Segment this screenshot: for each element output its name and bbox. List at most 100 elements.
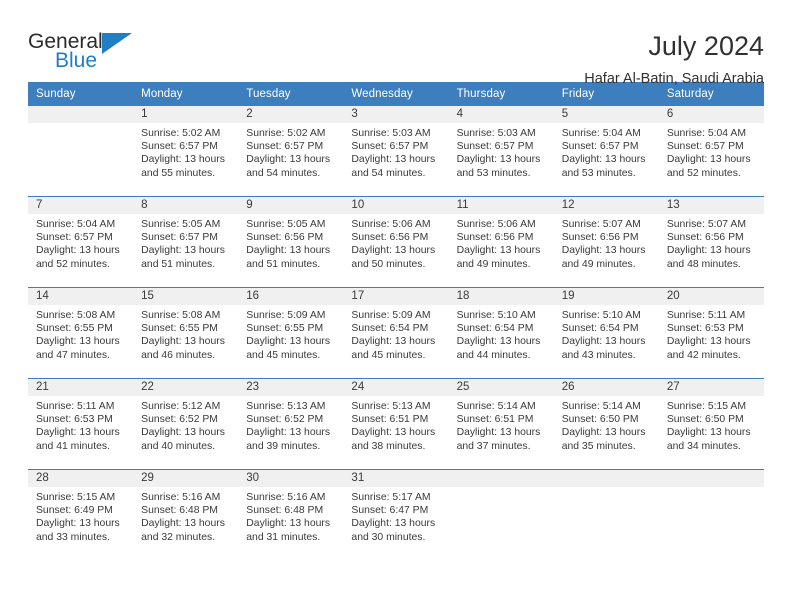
- day-details: Sunrise: 5:14 AM Sunset: 6:50 PM Daylight:…: [554, 396, 659, 453]
- calendar-day-cell[interactable]: 12 Sunrise: 5:07 AM Sunset: 6:56 PM Dayligh…: [553, 196, 659, 288]
- calendar-day-cell[interactable]: 22 Sunrise: 5:12 AM Sunset: 6:52 PM Dayligh…: [133, 378, 239, 470]
- sunrise-text: Sunrise: 5:13 AM: [246, 401, 326, 412]
- calendar-day-cell[interactable]: 6 Sunrise: 5:04 AM Sunset: 6:57 PM Daylight…: [658, 106, 764, 197]
- day-number: 17: [343, 288, 449, 305]
- day-number: 24: [343, 379, 449, 396]
- calendar-day-cell[interactable]: 13 Sunrise: 5:07 AM Sunset: 6:56 PM Dayligh…: [658, 196, 764, 288]
- page-title: July 2024: [648, 31, 764, 61]
- day-number: 29: [133, 470, 239, 487]
- calendar-day-cell[interactable]: 26 Sunrise: 5:14 AM Sunset: 6:50 PM Dayligh…: [553, 378, 659, 470]
- day-number: 25: [448, 379, 554, 396]
- day-details: Sunrise: 5:07 AM Sunset: 6:56 PM Daylight:…: [554, 214, 659, 271]
- daylight-text-line1: Daylight: 13 hours: [141, 336, 225, 348]
- sunset-text: Sunset: 6:51 PM: [351, 414, 429, 426]
- sunset-text: Sunset: 6:57 PM: [666, 141, 744, 153]
- sunrise-text: Sunrise: 5:17 AM: [351, 492, 431, 503]
- daylight-text-line2: and 51 minutes.: [141, 258, 216, 270]
- day-number: 2: [238, 106, 344, 123]
- calendar-day-cell[interactable]: 20 Sunrise: 5:11 AM Sunset: 6:53 PM Dayligh…: [658, 287, 764, 379]
- day-details: Sunrise: 5:16 AM Sunset: 6:48 PM Daylight:…: [238, 487, 343, 544]
- calendar-day-cell[interactable]: 28 Sunrise: 5:15 AM Sunset: 6:49 PM Dayligh…: [28, 469, 134, 560]
- weekday-header-wednesday: Wednesday: [343, 82, 449, 106]
- sunrise-text: Sunrise: 5:11 AM: [36, 401, 115, 412]
- day-cell-inner: 29 Sunrise: 5:16 AM Sunset: 6:48 PM Dayligh…: [133, 470, 239, 560]
- day-details: Sunrise: 5:03 AM Sunset: 6:57 PM Daylight:…: [449, 123, 554, 180]
- day-details: Sunrise: 5:14 AM Sunset: 6:51 PM Daylight:…: [449, 396, 554, 453]
- day-number: 19: [553, 288, 659, 305]
- calendar-day-cell[interactable]: 31 Sunrise: 5:17 AM Sunset: 6:47 PM Dayligh…: [343, 469, 449, 560]
- daylight-text-line1: Daylight: 13 hours: [351, 427, 436, 439]
- calendar-empty-cell: [553, 469, 659, 560]
- calendar-week-row: 1 Sunrise: 5:02 AM Sunset: 6:57 PM Daylight…: [28, 106, 764, 197]
- calendar-day-cell[interactable]: 11 Sunrise: 5:06 AM Sunset: 6:56 PM Dayligh…: [448, 196, 554, 288]
- day-number: 28: [28, 470, 134, 487]
- sunrise-text: Sunrise: 5:06 AM: [456, 219, 536, 230]
- day-cell-inner: 6 Sunrise: 5:04 AM Sunset: 6:57 PM Daylight…: [658, 106, 764, 196]
- calendar-day-cell[interactable]: 4 Sunrise: 5:03 AM Sunset: 6:57 PM Daylight…: [448, 106, 554, 197]
- daylight-text-line1: Daylight: 13 hours: [246, 518, 331, 530]
- daylight-text-line2: and 44 minutes.: [456, 349, 531, 361]
- day-number: 30: [238, 470, 344, 487]
- day-cell-inner: 19 Sunrise: 5:10 AM Sunset: 6:54 PM Dayligh…: [553, 288, 659, 378]
- weekday-header-monday: Monday: [133, 82, 239, 106]
- daylight-text-line1: Daylight: 13 hours: [351, 245, 436, 257]
- daylight-text-line2: and 39 minutes.: [246, 440, 321, 452]
- calendar-day-cell[interactable]: 29 Sunrise: 5:16 AM Sunset: 6:48 PM Dayligh…: [133, 469, 239, 560]
- calendar-day-cell[interactable]: 7 Sunrise: 5:04 AM Sunset: 6:57 PM Daylight…: [28, 196, 134, 288]
- daylight-text-line1: Daylight: 13 hours: [561, 154, 646, 166]
- calendar-day-cell[interactable]: 21 Sunrise: 5:11 AM Sunset: 6:53 PM Dayligh…: [28, 378, 134, 470]
- day-number: 31: [343, 470, 449, 487]
- daylight-text-line2: and 54 minutes.: [351, 167, 426, 179]
- title-block: July 2024 Hafar Al-Batin, Saudi Arabia: [584, 30, 764, 88]
- sunset-text: Sunset: 6:57 PM: [351, 141, 429, 153]
- calendar-day-cell[interactable]: 24 Sunrise: 5:13 AM Sunset: 6:51 PM Dayligh…: [343, 378, 449, 470]
- daylight-text-line1: Daylight: 13 hours: [36, 427, 120, 439]
- page-header: General Blue July 2024 Hafar Al-Batin, S…: [28, 0, 764, 87]
- sunset-text: Sunset: 6:48 PM: [246, 505, 324, 517]
- calendar-day-cell[interactable]: 19 Sunrise: 5:10 AM Sunset: 6:54 PM Dayligh…: [553, 287, 659, 379]
- daylight-text-line2: and 34 minutes.: [666, 440, 741, 452]
- day-number: 10: [343, 197, 449, 214]
- calendar-day-cell[interactable]: 25 Sunrise: 5:14 AM Sunset: 6:51 PM Dayligh…: [448, 378, 554, 470]
- day-number: 14: [28, 288, 134, 305]
- daylight-text-line2: and 42 minutes.: [666, 349, 741, 361]
- sunrise-text: Sunrise: 5:16 AM: [141, 492, 221, 503]
- day-cell-inner: 9 Sunrise: 5:05 AM Sunset: 6:56 PM Daylight…: [238, 197, 344, 287]
- calendar-day-cell[interactable]: 18 Sunrise: 5:10 AM Sunset: 6:54 PM Dayligh…: [448, 287, 554, 379]
- calendar-day-cell[interactable]: 5 Sunrise: 5:04 AM Sunset: 6:57 PM Daylight…: [553, 106, 659, 197]
- calendar-day-cell[interactable]: 23 Sunrise: 5:13 AM Sunset: 6:52 PM Dayligh…: [238, 378, 344, 470]
- day-cell-inner: 3 Sunrise: 5:03 AM Sunset: 6:57 PM Daylight…: [343, 106, 449, 196]
- daylight-text-line2: and 32 minutes.: [141, 531, 216, 543]
- sunset-text: Sunset: 6:53 PM: [666, 323, 744, 335]
- sunset-text: Sunset: 6:47 PM: [351, 505, 429, 517]
- daylight-text-line1: Daylight: 13 hours: [456, 427, 541, 439]
- calendar-day-cell[interactable]: 8 Sunrise: 5:05 AM Sunset: 6:57 PM Daylight…: [133, 196, 239, 288]
- daylight-text-line1: Daylight: 13 hours: [141, 427, 225, 439]
- calendar-day-cell[interactable]: 17 Sunrise: 5:09 AM Sunset: 6:54 PM Dayligh…: [343, 287, 449, 379]
- calendar-day-cell[interactable]: 9 Sunrise: 5:05 AM Sunset: 6:56 PM Daylight…: [238, 196, 344, 288]
- day-cell-inner: 26 Sunrise: 5:14 AM Sunset: 6:50 PM Dayligh…: [553, 379, 659, 469]
- sunrise-text: Sunrise: 5:04 AM: [36, 219, 116, 230]
- calendar-day-cell[interactable]: 15 Sunrise: 5:08 AM Sunset: 6:55 PM Dayligh…: [133, 287, 239, 379]
- calendar-week-row: 7 Sunrise: 5:04 AM Sunset: 6:57 PM Daylight…: [28, 196, 764, 288]
- daylight-text-line2: and 41 minutes.: [36, 440, 110, 452]
- sunset-text: Sunset: 6:57 PM: [561, 141, 639, 153]
- day-number: 11: [448, 197, 554, 214]
- calendar-day-cell[interactable]: 30 Sunrise: 5:16 AM Sunset: 6:48 PM Dayligh…: [238, 469, 344, 560]
- sunrise-text: Sunrise: 5:07 AM: [666, 219, 746, 230]
- sunset-text: Sunset: 6:49 PM: [36, 505, 113, 517]
- sunrise-text: Sunrise: 5:06 AM: [351, 219, 431, 230]
- calendar-day-cell[interactable]: 10 Sunrise: 5:06 AM Sunset: 6:56 PM Dayligh…: [343, 196, 449, 288]
- calendar-day-cell[interactable]: 3 Sunrise: 5:03 AM Sunset: 6:57 PM Daylight…: [343, 106, 449, 197]
- general-blue-logo[interactable]: General Blue: [28, 30, 143, 76]
- calendar-day-cell[interactable]: 27 Sunrise: 5:15 AM Sunset: 6:50 PM Dayligh…: [658, 378, 764, 470]
- sunrise-text: Sunrise: 5:08 AM: [36, 310, 116, 321]
- daylight-text-line2: and 54 minutes.: [246, 167, 321, 179]
- calendar-day-cell[interactable]: 16 Sunrise: 5:09 AM Sunset: 6:55 PM Dayligh…: [238, 287, 344, 379]
- day-details: Sunrise: 5:15 AM Sunset: 6:49 PM Daylight:…: [28, 487, 133, 544]
- day-number: 6: [658, 106, 764, 123]
- calendar-day-cell[interactable]: 1 Sunrise: 5:02 AM Sunset: 6:57 PM Daylight…: [133, 106, 239, 197]
- calendar-day-cell[interactable]: 2 Sunrise: 5:02 AM Sunset: 6:57 PM Daylight…: [238, 106, 344, 197]
- sunset-text: Sunset: 6:52 PM: [141, 414, 218, 426]
- calendar-day-cell[interactable]: 14 Sunrise: 5:08 AM Sunset: 6:55 PM Dayligh…: [28, 287, 134, 379]
